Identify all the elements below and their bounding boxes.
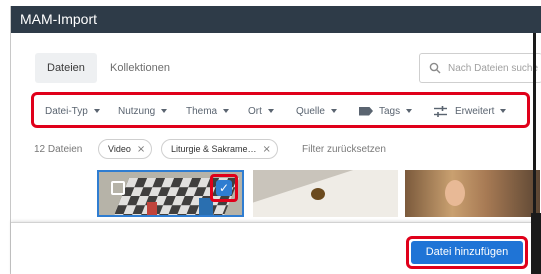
filter-thema[interactable]: Thema (186, 104, 230, 118)
screenshot-frame: MAM-Import Dateien Kollektionen Datei-Ty… (0, 0, 541, 274)
chevron-down-icon (223, 109, 230, 113)
filter-nutzung[interactable]: Nutzung (118, 104, 168, 118)
filter-erweitert[interactable]: Erweitert (434, 104, 507, 118)
filter-label: Ort (248, 105, 262, 117)
thumbnail-image (147, 202, 157, 215)
close-icon[interactable]: × (263, 141, 271, 159)
chevron-down-icon (161, 109, 168, 113)
filter-label: Quelle (296, 105, 325, 117)
window-edge (531, 213, 541, 274)
chip-label: Video (108, 144, 131, 154)
edit-icon[interactable] (111, 181, 125, 195)
thumbnail-image (311, 188, 325, 200)
dialog-content: Dateien Kollektionen Datei-Typ Nutzung (17, 33, 541, 217)
chevron-down-icon (500, 109, 507, 113)
filter-bar: Datei-Typ Nutzung Thema Ort Quelle Tags … (31, 92, 530, 128)
file-thumbnail[interactable] (253, 170, 398, 217)
chevron-down-icon (93, 109, 100, 113)
file-count: 12 Dateien (34, 144, 83, 155)
filter-label: Nutzung (118, 105, 156, 117)
sliders-icon (434, 105, 447, 117)
chevron-down-icon (406, 109, 413, 113)
thumbnail-image (445, 180, 465, 206)
search-box[interactable] (419, 53, 541, 83)
thumbnail-image (405, 170, 540, 217)
filter-quelle[interactable]: Quelle (296, 104, 337, 118)
add-file-button-highlight: Datei hinzufügen (406, 236, 528, 269)
reset-filter-link[interactable]: Filter zurücksetzen (302, 144, 386, 155)
chevron-down-icon (330, 109, 337, 113)
tab-dateien[interactable]: Dateien (35, 53, 97, 83)
search-icon (429, 62, 441, 74)
filter-label: Tags (379, 105, 401, 117)
filter-tags[interactable]: Tags (359, 104, 413, 118)
chevron-down-icon (267, 109, 274, 113)
content-border (533, 33, 536, 217)
filter-label: Erweitert (455, 105, 495, 117)
close-icon[interactable]: × (137, 141, 145, 159)
filter-datei-typ[interactable]: Datei-Typ (45, 104, 100, 118)
filter-label: Datei-Typ (45, 105, 88, 117)
filter-ort[interactable]: Ort (248, 104, 274, 118)
check-icon: ✓ (216, 180, 232, 196)
mam-import-dialog: MAM-Import Dateien Kollektionen Datei-Ty… (10, 6, 541, 274)
thumbnail-image (253, 170, 398, 217)
active-filter-chip: Video × (98, 139, 153, 159)
dialog-titlebar: MAM-Import (11, 6, 541, 33)
tag-icon (359, 106, 373, 116)
search-input[interactable] (448, 54, 541, 82)
dialog-title: MAM-Import (20, 11, 97, 27)
active-filter-chip: Liturgie & Sakrame… × (161, 139, 278, 159)
filter-label: Thema (186, 105, 218, 117)
dialog-footer: Datei hinzufügen (11, 222, 541, 274)
add-file-button[interactable]: Datei hinzufügen (411, 241, 523, 264)
selected-checkbox[interactable]: ✓ (210, 174, 238, 202)
chip-label: Liturgie & Sakrame… (171, 144, 257, 154)
tab-kollektionen[interactable]: Kollektionen (98, 53, 182, 83)
file-thumbnail[interactable] (405, 170, 540, 217)
